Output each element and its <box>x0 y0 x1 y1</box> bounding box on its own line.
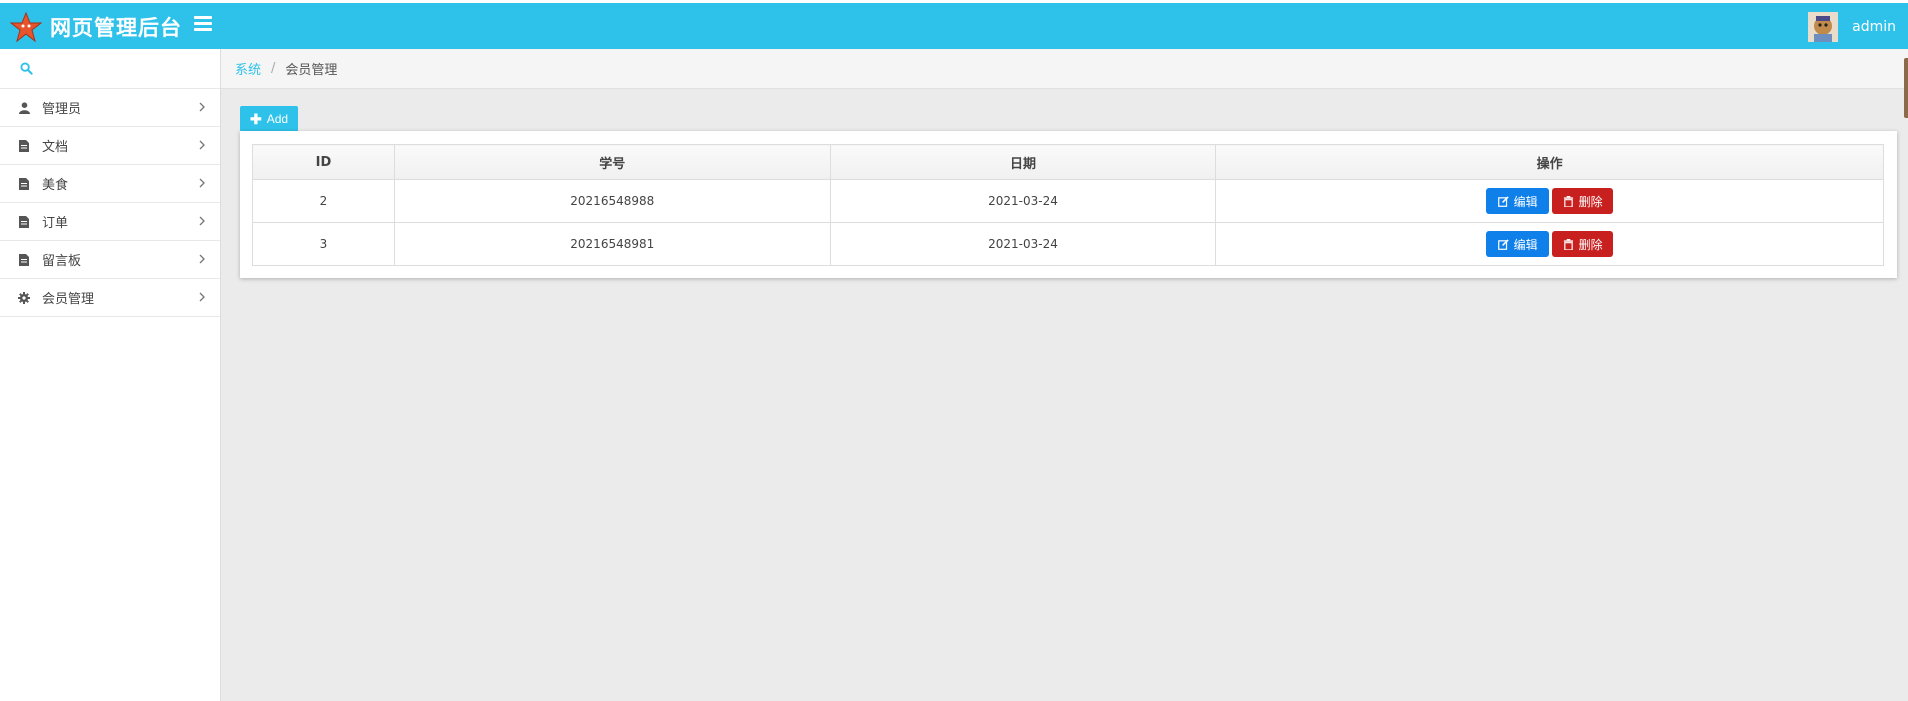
brand[interactable]: 网页管理后台 <box>10 9 182 45</box>
cell-actions: 编辑 删除 <box>1215 222 1884 266</box>
sidebar-item-label: 订单 <box>42 216 69 231</box>
breadcrumb-current: 会员管理 <box>285 63 338 78</box>
trash-icon <box>1563 195 1573 207</box>
cell-id: 3 <box>252 222 395 266</box>
trash-icon <box>1563 238 1573 250</box>
delete-button[interactable]: 删除 <box>1552 188 1614 214</box>
sidebar: 管理员 文档 美食 订单 留言板 会员管理 <box>0 49 221 701</box>
chevron-right-icon <box>199 254 205 264</box>
breadcrumb-root-link[interactable]: 系统 <box>235 59 261 78</box>
column-header-actions: 操作 <box>1215 144 1884 180</box>
breadcrumb-separator: / <box>271 61 276 76</box>
document-icon <box>18 139 30 152</box>
sidebar-item-label: 文档 <box>42 140 69 155</box>
table-row: 3 20216548981 2021-03-24 编辑 删除 <box>252 222 1884 266</box>
gear-icon <box>18 291 30 304</box>
column-header-id[interactable]: ID <box>252 144 395 180</box>
sidebar-item-label: 管理员 <box>42 102 82 117</box>
breadcrumb: 系统 / 会员管理 <box>221 49 1908 89</box>
delete-button-label: 删除 <box>1578 237 1603 252</box>
top-header: 网页管理后台 admin <box>0 0 1908 49</box>
cell-student-no: 20216548981 <box>393 222 831 266</box>
hamburger-menu-icon[interactable] <box>194 16 212 34</box>
cell-date: 2021-03-24 <box>829 222 1217 266</box>
delete-button[interactable]: 删除 <box>1552 231 1614 257</box>
document-icon <box>18 215 30 228</box>
cell-student-no: 20216548988 <box>393 179 831 223</box>
user-menu[interactable]: admin <box>1808 11 1896 43</box>
app-title: 网页管理后台 <box>50 16 182 40</box>
sidebar-item-label: 会员管理 <box>42 292 95 307</box>
sidebar-item-label: 留言板 <box>42 254 82 269</box>
members-table: ID 学号 日期 操作 2 20216548988 2021-03-24 编辑 <box>252 144 1884 266</box>
sidebar-item-messages[interactable]: 留言板 <box>0 241 220 279</box>
plus-icon: ✚ <box>249 110 262 127</box>
sidebar-item-documents[interactable]: 文档 <box>0 127 220 165</box>
edit-button[interactable]: 编辑 <box>1486 231 1550 257</box>
avatar[interactable] <box>1808 12 1839 42</box>
sidebar-search[interactable] <box>0 49 220 89</box>
sidebar-item-label: 美食 <box>42 178 69 193</box>
chevron-right-icon <box>199 178 205 188</box>
table-row: 2 20216548988 2021-03-24 编辑 删除 <box>252 179 1884 223</box>
sidebar-item-members[interactable]: 会员管理 <box>0 279 220 317</box>
table-panel: ID 学号 日期 操作 2 20216548988 2021-03-24 编辑 <box>240 131 1897 278</box>
document-icon <box>18 253 30 266</box>
edit-button-label: 编辑 <box>1513 237 1538 252</box>
cell-actions: 编辑 删除 <box>1215 179 1884 223</box>
delete-button-label: 删除 <box>1578 194 1603 209</box>
document-icon <box>18 177 30 190</box>
chevron-right-icon <box>199 102 205 112</box>
chevron-right-icon <box>199 216 205 226</box>
user-icon <box>18 101 30 114</box>
username[interactable]: admin <box>1852 19 1896 35</box>
add-button[interactable]: ✚ Add <box>240 106 298 132</box>
edit-icon <box>1497 238 1509 250</box>
scrollbar-handle[interactable] <box>1904 58 1908 118</box>
sidebar-item-admin[interactable]: 管理员 <box>0 89 220 127</box>
edit-icon <box>1497 195 1509 207</box>
search-icon[interactable] <box>20 62 33 75</box>
chevron-right-icon <box>199 140 205 150</box>
sidebar-item-orders[interactable]: 订单 <box>0 203 220 241</box>
star-logo-icon <box>10 11 42 43</box>
cell-date: 2021-03-24 <box>829 179 1217 223</box>
sidebar-item-food[interactable]: 美食 <box>0 165 220 203</box>
table-header-row: ID 学号 日期 操作 <box>252 144 1884 180</box>
edit-button[interactable]: 编辑 <box>1486 188 1550 214</box>
column-header-date[interactable]: 日期 <box>829 144 1217 180</box>
chevron-right-icon <box>199 292 205 302</box>
add-button-label: Add <box>266 112 289 126</box>
cell-id: 2 <box>252 179 395 223</box>
edit-button-label: 编辑 <box>1513 194 1538 209</box>
column-header-student-no[interactable]: 学号 <box>393 144 831 180</box>
